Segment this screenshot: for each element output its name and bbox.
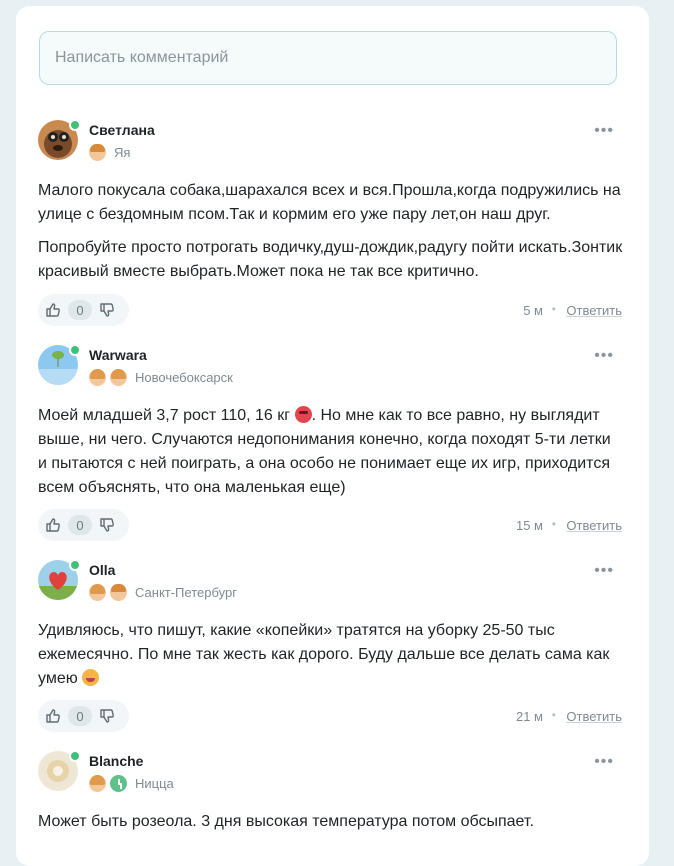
thumbs-up-icon[interactable] xyxy=(38,509,68,541)
author-meta: Новочебоксарск xyxy=(89,367,233,387)
comment-text-part: Моей младшей 3,7 рост 110, 16 кг xyxy=(38,407,291,424)
comment-author[interactable]: Светлана xyxy=(89,122,155,138)
vote-count: 0 xyxy=(68,515,92,535)
comment-actions: 0 21 м • Ответить xyxy=(38,700,628,732)
thumbs-down-icon[interactable] xyxy=(92,509,122,541)
more-dots-icon[interactable]: ••• xyxy=(594,563,614,579)
comment-author[interactable]: Olla xyxy=(89,562,115,578)
vote-control: 0 xyxy=(38,294,129,326)
child-icon xyxy=(89,583,106,601)
child-icon xyxy=(89,774,106,792)
comment-author[interactable]: Blanche xyxy=(89,753,143,769)
child-icon xyxy=(89,143,106,161)
thumbs-down-icon[interactable] xyxy=(92,700,122,732)
separator: • xyxy=(551,517,556,531)
comment-author[interactable]: Warwara xyxy=(89,347,147,363)
comment-input[interactable]: Написать комментарий xyxy=(39,31,617,85)
online-dot-icon xyxy=(69,750,81,762)
thumbs-down-icon[interactable] xyxy=(92,294,122,326)
child-icon xyxy=(89,368,106,386)
thumbs-up-icon[interactable] xyxy=(38,294,68,326)
comment-text: Малого покусала собака,шарахался всех и … xyxy=(38,182,621,223)
separator: • xyxy=(551,302,556,316)
vote-count: 0 xyxy=(68,706,92,726)
more-dots-icon[interactable]: ••• xyxy=(594,754,614,770)
comment-text: Удивляюсь, что пишут, какие «копейки» тр… xyxy=(38,619,624,691)
reply-link[interactable]: Ответить xyxy=(566,303,622,318)
reply-link[interactable]: Ответить xyxy=(566,518,622,533)
comment-text-part: Удивляюсь, что пишут, какие «копейки» тр… xyxy=(38,622,610,687)
vote-control: 0 xyxy=(38,509,129,541)
child-icon xyxy=(110,368,127,386)
comment-text: Может быть розеола. 3 дня высокая темпер… xyxy=(38,813,534,830)
vote-count: 0 xyxy=(68,300,92,320)
sad-emoji-icon xyxy=(294,406,312,423)
comment-time: 15 м xyxy=(515,518,543,533)
thumbs-up-icon[interactable] xyxy=(38,700,68,732)
vote-control: 0 xyxy=(38,700,129,732)
online-dot-icon xyxy=(69,119,81,131)
author-location: Новочебоксарск xyxy=(135,369,233,385)
comment-input-placeholder: Написать комментарий xyxy=(55,49,229,66)
comment-time: 21 м xyxy=(515,709,543,724)
online-dot-icon xyxy=(69,344,81,356)
smile-emoji-icon xyxy=(82,669,100,686)
author-location: Санкт-Петербург xyxy=(135,584,237,600)
comment-actions: 0 15 м • Ответить xyxy=(38,509,628,541)
more-dots-icon[interactable]: ••• xyxy=(594,123,614,139)
author-location: Ницца xyxy=(135,775,174,791)
author-meta: Санкт-Петербург xyxy=(89,582,237,602)
reply-link[interactable]: Ответить xyxy=(566,709,622,724)
online-dot-icon xyxy=(69,559,81,571)
pregnancy-icon xyxy=(110,774,127,792)
author-meta: Яя xyxy=(89,142,130,162)
comment-text: Попробуйте просто потрогать водичку,душ-… xyxy=(38,239,623,280)
kids-label: Яя xyxy=(114,144,131,160)
child-icon xyxy=(110,583,127,601)
comment-text: Моей младшей 3,7 рост 110, 16 кг . Но мн… xyxy=(38,404,624,500)
comment-actions: 0 5 м • Ответить xyxy=(38,294,628,326)
author-meta: Ницца xyxy=(89,773,174,793)
comment-time: 5 м xyxy=(523,303,543,318)
separator: • xyxy=(551,708,556,722)
comments-card: Написать комментарий Светлана Яя ••• Мал… xyxy=(16,6,649,866)
more-dots-icon[interactable]: ••• xyxy=(594,348,614,364)
